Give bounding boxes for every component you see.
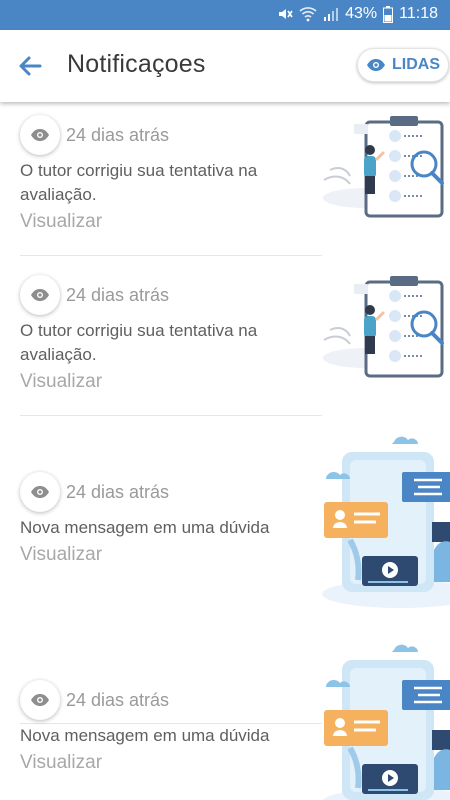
- page-title: Notificaçoes: [67, 50, 206, 78]
- notification-item[interactable]: 24 dias atrás Nova mensagem em uma dúvid…: [0, 624, 450, 800]
- notification-message: O tutor corrigiu sua tentativa na avalia…: [20, 161, 258, 204]
- read-status-button[interactable]: [20, 115, 60, 155]
- eye-icon: [31, 694, 49, 706]
- notification-time: 24 dias atrás: [66, 482, 170, 502]
- wifi-icon: [299, 7, 317, 22]
- clipboard-review-illustration: [323, 276, 444, 378]
- battery-percent: 43%: [345, 5, 378, 22]
- visualizar-link[interactable]: Visualizar: [20, 752, 102, 774]
- battery-icon: [383, 5, 394, 23]
- app-bar: Notificaçoes LIDAS: [0, 30, 450, 102]
- eye-icon: [31, 486, 49, 498]
- eye-icon: [31, 289, 49, 301]
- notification-list[interactable]: 24 dias atrás O tutor corrigiu sua tenta…: [0, 102, 450, 800]
- visualizar-link[interactable]: Visualizar: [20, 211, 102, 233]
- notification-message: Nova mensagem em uma dúvida: [20, 726, 270, 745]
- notification-time: 24 dias atrás: [66, 690, 170, 710]
- notification-item[interactable]: 24 dias atrás O tutor corrigiu sua tenta…: [0, 262, 450, 416]
- eye-icon: [31, 129, 49, 141]
- lidas-button[interactable]: LIDAS: [357, 48, 449, 82]
- read-status-button[interactable]: [20, 472, 60, 512]
- notification-message: Nova mensagem em uma dúvida: [20, 518, 270, 537]
- visualizar-link[interactable]: Visualizar: [20, 371, 102, 393]
- notification-item[interactable]: 24 dias atrás O tutor corrigiu sua tenta…: [0, 102, 450, 256]
- phone-chat-illustration: [322, 436, 450, 608]
- signal-icon: [324, 8, 339, 21]
- clock: 11:18: [399, 5, 438, 22]
- divider: [20, 255, 322, 256]
- visualizar-link[interactable]: Visualizar: [20, 544, 102, 566]
- mute-icon: [279, 9, 293, 19]
- lidas-label: LIDAS: [392, 56, 440, 73]
- eye-icon: [367, 59, 385, 71]
- notification-item[interactable]: 24 dias atrás Nova mensagem em uma dúvid…: [0, 416, 450, 724]
- notification-time: 24 dias atrás: [66, 285, 170, 305]
- read-status-button[interactable]: [20, 275, 60, 315]
- arrow-left-icon: [19, 56, 42, 76]
- back-button[interactable]: [16, 52, 44, 80]
- clipboard-review-illustration: [323, 116, 444, 218]
- read-status-button[interactable]: [20, 680, 60, 720]
- phone-chat-illustration: [322, 644, 450, 800]
- notification-time: 24 dias atrás: [66, 125, 170, 145]
- notification-message: O tutor corrigiu sua tentativa na avalia…: [20, 321, 258, 364]
- status-icons: 43% 11:18: [277, 5, 438, 23]
- status-bar: 43% 11:18: [0, 0, 450, 30]
